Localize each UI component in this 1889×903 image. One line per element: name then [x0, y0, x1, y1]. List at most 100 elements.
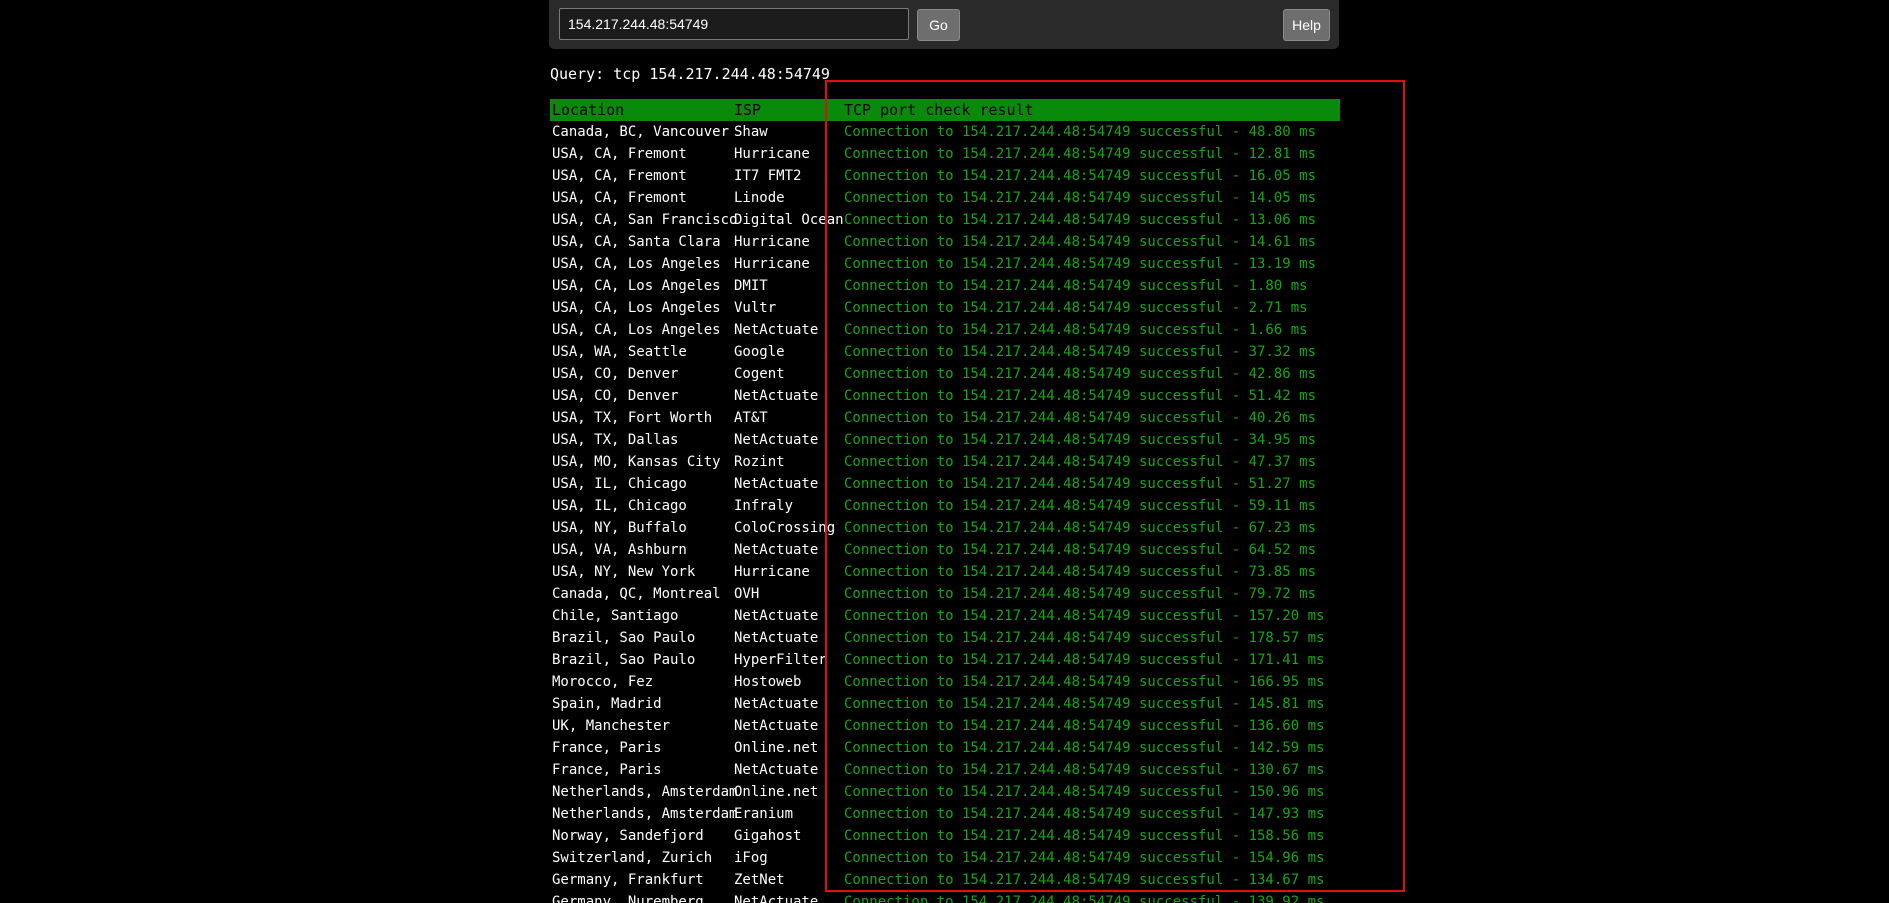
table-row: Netherlands, Amsterdam Online.net Connecti… — [550, 781, 1340, 803]
row-result: Connection to 154.217.244.48:54749 succe… — [844, 674, 1325, 690]
row-isp: NetActuate — [734, 762, 819, 778]
row-result: Connection to 154.217.244.48:54749 succe… — [844, 322, 1308, 338]
row-result: Connection to 154.217.244.48:54749 succe… — [844, 630, 1325, 646]
row-result: Connection to 154.217.244.48:54749 succe… — [844, 564, 1317, 580]
row-result: Connection to 154.217.244.48:54749 succe… — [844, 454, 1317, 470]
row-isp: NetActuate — [734, 696, 819, 712]
row-result: Connection to 154.217.244.48:54749 succe… — [844, 784, 1325, 800]
row-isp: Eranium — [734, 806, 794, 822]
row-location: USA, CA, Santa Clara — [552, 234, 721, 250]
row-location: USA, CA, Los Angeles — [552, 300, 721, 316]
row-isp: NetActuate — [734, 542, 819, 558]
row-result: Connection to 154.217.244.48:54749 succe… — [844, 850, 1325, 866]
row-result: Connection to 154.217.244.48:54749 succe… — [844, 608, 1325, 624]
row-result: Connection to 154.217.244.48:54749 succe… — [844, 872, 1325, 888]
row-result: Connection to 154.217.244.48:54749 succe… — [844, 256, 1317, 272]
row-isp: Shaw — [734, 124, 768, 140]
results-table: Location ISP TCP port check result Canad… — [550, 99, 1340, 903]
table-row: USA, CA, Fremont Hurricane Connection to 1… — [550, 143, 1340, 165]
row-isp: Hurricane — [734, 234, 810, 250]
row-isp: Digital Ocean — [734, 212, 844, 228]
table-row: Germany, Frankfurt ZetNet Connection to 15… — [550, 869, 1340, 891]
row-result: Connection to 154.217.244.48:54749 succe… — [844, 520, 1317, 536]
row-isp: NetActuate — [734, 608, 819, 624]
table-row: USA, MO, Kansas City Rozint Connection to … — [550, 451, 1340, 473]
row-result: Connection to 154.217.244.48:54749 succe… — [844, 652, 1325, 668]
row-location: USA, CA, Fremont — [552, 190, 687, 206]
row-isp: Online.net — [734, 740, 819, 756]
row-result: Connection to 154.217.244.48:54749 succe… — [844, 718, 1325, 734]
table-row: UK, Manchester NetActuate Connection to 15… — [550, 715, 1340, 737]
row-result: Connection to 154.217.244.48:54749 succe… — [844, 388, 1317, 404]
table-row: USA, NY, New York Hurricane Connection to … — [550, 561, 1340, 583]
row-location: Chile, Santiago — [552, 608, 679, 624]
row-location: USA, IL, Chicago — [552, 498, 687, 514]
table-row: Brazil, Sao Paulo NetActuate Connection to… — [550, 627, 1340, 649]
search-input[interactable] — [559, 8, 909, 40]
table-row: Canada, BC, Vancouver Shaw Connection to 1… — [550, 121, 1340, 143]
row-isp: ZetNet — [734, 872, 785, 888]
table-row: USA, IL, Chicago NetActuate Connection to … — [550, 473, 1340, 495]
row-result: Connection to 154.217.244.48:54749 succe… — [844, 894, 1325, 903]
row-location: USA, CA, Los Angeles — [552, 278, 721, 294]
row-isp: Hostoweb — [734, 674, 802, 690]
results-header: Location ISP TCP port check result — [550, 99, 1340, 121]
row-result: Connection to 154.217.244.48:54749 succe… — [844, 586, 1317, 602]
row-isp: NetActuate — [734, 894, 819, 903]
row-result: Connection to 154.217.244.48:54749 succe… — [844, 542, 1317, 558]
row-isp: Hurricane — [734, 256, 810, 272]
table-row: USA, CA, Los Angeles NetActuate Connection… — [550, 319, 1340, 341]
row-result: Connection to 154.217.244.48:54749 succe… — [844, 476, 1317, 492]
row-isp: NetActuate — [734, 476, 819, 492]
row-result: Connection to 154.217.244.48:54749 succe… — [844, 432, 1317, 448]
row-result: Connection to 154.217.244.48:54749 succe… — [844, 190, 1317, 206]
table-row: USA, CA, Fremont IT7 FMT2 Connection to 15… — [550, 165, 1340, 187]
table-row: USA, CO, Denver NetActuate Connection to 1… — [550, 385, 1340, 407]
row-location: USA, WA, Seattle — [552, 344, 687, 360]
row-result: Connection to 154.217.244.48:54749 succe… — [844, 410, 1317, 426]
row-result: Connection to 154.217.244.48:54749 succe… — [844, 124, 1317, 140]
row-location: USA, TX, Dallas — [552, 432, 679, 448]
row-result: Connection to 154.217.244.48:54749 succe… — [844, 344, 1317, 360]
row-result: Connection to 154.217.244.48:54749 succe… — [844, 278, 1308, 294]
table-row: USA, IL, Chicago Infraly Connection to 154… — [550, 495, 1340, 517]
table-row: USA, CA, Los Angeles Hurricane Connection … — [550, 253, 1340, 275]
row-isp: Google — [734, 344, 785, 360]
row-location: USA, CA, San Francisco — [552, 212, 738, 228]
row-location: Spain, Madrid — [552, 696, 662, 712]
row-isp: Infraly — [734, 498, 794, 514]
row-location: Norway, Sandefjord — [552, 828, 704, 844]
row-location: USA, MO, Kansas City — [552, 454, 721, 470]
row-isp: Hurricane — [734, 146, 810, 162]
table-row: Canada, QC, Montreal OVH Connection to 154… — [550, 583, 1340, 605]
row-location: USA, CA, Los Angeles — [552, 322, 721, 338]
row-location: USA, CA, Fremont — [552, 146, 687, 162]
row-location: UK, Manchester — [552, 718, 671, 734]
row-location: USA, IL, Chicago — [552, 476, 687, 492]
table-row: Spain, Madrid NetActuate Connection to 154… — [550, 693, 1340, 715]
row-result: Connection to 154.217.244.48:54749 succe… — [844, 234, 1317, 250]
row-isp: NetActuate — [734, 432, 819, 448]
row-isp: NetActuate — [734, 718, 819, 734]
go-button[interactable]: Go — [917, 9, 960, 41]
table-row: Switzerland, Zurich iFog Connection to 154… — [550, 847, 1340, 869]
row-location: USA, TX, Fort Worth — [552, 410, 713, 426]
row-isp: HyperFilter — [734, 652, 827, 668]
row-result: Connection to 154.217.244.48:54749 succe… — [844, 740, 1325, 756]
row-location: Germany, Frankfurt — [552, 872, 704, 888]
table-row: USA, WA, Seattle Google Connection to 154.… — [550, 341, 1340, 363]
row-isp: AT&T — [734, 410, 768, 426]
row-location: USA, CO, Denver — [552, 388, 679, 404]
row-isp: iFog — [734, 850, 768, 866]
row-isp: Gigahost — [734, 828, 802, 844]
table-row: Morocco, Fez Hostoweb Connection to 154.21… — [550, 671, 1340, 693]
row-location: Canada, QC, Montreal — [552, 586, 721, 602]
row-isp: Vultr — [734, 300, 777, 316]
help-button[interactable]: Help — [1283, 9, 1330, 41]
row-result: Connection to 154.217.244.48:54749 succe… — [844, 696, 1325, 712]
row-result: Connection to 154.217.244.48:54749 succe… — [844, 146, 1317, 162]
row-location: Netherlands, Amsterdam — [552, 806, 738, 822]
table-row: USA, CO, Denver Cogent Connection to 154.2… — [550, 363, 1340, 385]
row-location: Morocco, Fez — [552, 674, 654, 690]
row-isp: Linode — [734, 190, 785, 206]
